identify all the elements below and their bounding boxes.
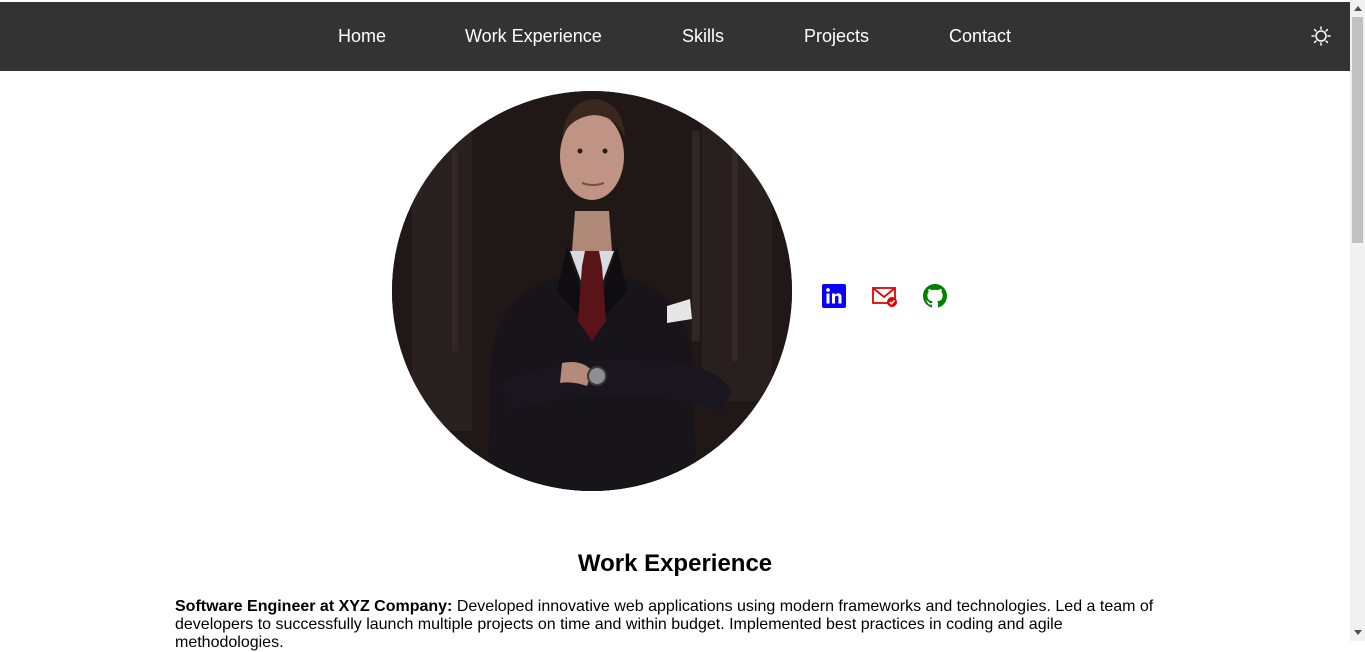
github-link[interactable] xyxy=(922,283,948,309)
work-experience-heading: Work Experience xyxy=(577,550,773,577)
profile-photo xyxy=(392,91,792,491)
nav-skills[interactable]: Skills xyxy=(682,2,724,71)
scroll-up-button[interactable] xyxy=(1350,0,1365,17)
job-role: Software Engineer at XYZ Company: xyxy=(175,598,453,615)
mail-icon xyxy=(872,287,897,307)
nav-work-experience[interactable]: Work Experience xyxy=(465,2,602,71)
github-icon xyxy=(923,284,947,308)
linkedin-link[interactable] xyxy=(821,283,847,309)
theme-toggle-button[interactable] xyxy=(1309,24,1333,48)
linkedin-icon xyxy=(822,284,846,308)
scroll-thumb[interactable] xyxy=(1352,17,1363,243)
top-navbar: Home Work Experience Skills Projects Con… xyxy=(0,2,1350,71)
job-entry: Software Engineer at XYZ Company: Develo… xyxy=(175,598,1175,652)
nav-contact[interactable]: Contact xyxy=(949,2,1011,71)
nav-projects[interactable]: Projects xyxy=(804,2,869,71)
vertical-scrollbar[interactable] xyxy=(1350,0,1365,641)
scroll-up-arrow-icon xyxy=(1353,6,1362,11)
scroll-down-button[interactable] xyxy=(1350,624,1365,641)
sun-icon xyxy=(1311,26,1331,46)
scroll-down-arrow-icon xyxy=(1353,630,1362,635)
email-link[interactable] xyxy=(872,283,898,309)
nav-home[interactable]: Home xyxy=(338,2,386,71)
